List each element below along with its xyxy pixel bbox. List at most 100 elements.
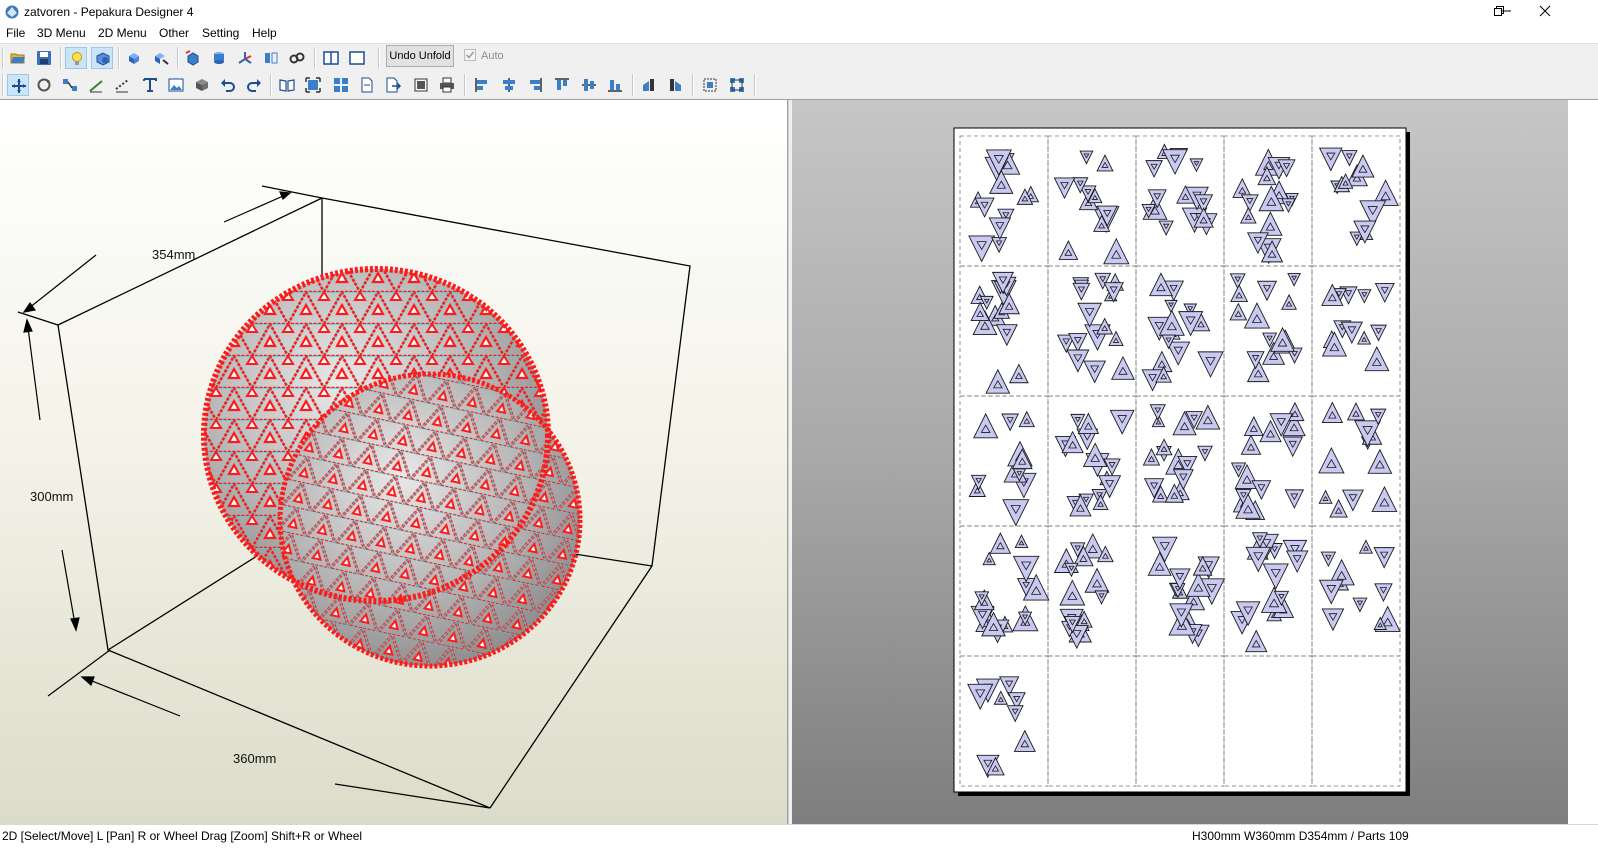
align-vcenter-icon xyxy=(582,79,596,91)
split-view-button[interactable] xyxy=(320,47,342,69)
status-bar: 2D [Select/Move] L [Pan] R or Wheel Drag… xyxy=(0,824,1598,862)
edit-unfold-icon xyxy=(155,53,169,65)
cylinder-icon xyxy=(214,52,224,64)
fold-line-tool-button[interactable] xyxy=(111,74,133,96)
axis-icon xyxy=(238,52,252,64)
line-tool-button[interactable] xyxy=(85,74,107,96)
book-button[interactable] xyxy=(276,74,298,96)
save-button[interactable] xyxy=(33,47,55,69)
redo-button[interactable] xyxy=(243,74,265,96)
axis-button[interactable] xyxy=(234,47,256,69)
menu-file[interactable]: File xyxy=(4,26,27,40)
text-tool-button[interactable] xyxy=(139,74,161,96)
text-icon xyxy=(143,78,157,92)
undo-button[interactable] xyxy=(217,74,239,96)
add-cylinder-button[interactable] xyxy=(208,47,230,69)
align-top-icon xyxy=(555,78,569,90)
group-button[interactable] xyxy=(726,74,748,96)
menu-2d[interactable]: 2D Menu xyxy=(96,26,149,40)
grid-button[interactable] xyxy=(330,74,352,96)
menu-setting[interactable]: Setting xyxy=(200,26,241,40)
pepakura-app-icon xyxy=(5,5,19,19)
grid-icon xyxy=(334,78,348,92)
box-icon xyxy=(185,50,199,66)
join-tool-button[interactable] xyxy=(59,74,81,96)
menu-other[interactable]: Other xyxy=(157,26,191,40)
edit-unfold-button[interactable] xyxy=(150,47,172,69)
3d-view[interactable]: 354mm 300mm 360mm xyxy=(0,100,788,824)
auto-checkbox[interactable] xyxy=(464,49,476,61)
page-export-icon xyxy=(386,77,401,93)
page-icon xyxy=(361,77,373,93)
undo-icon xyxy=(221,79,235,92)
rotate-tool-button[interactable] xyxy=(33,74,55,96)
flip-icon xyxy=(265,52,278,64)
flip-button[interactable] xyxy=(260,47,282,69)
menu-help[interactable]: Help xyxy=(250,26,279,40)
arrange-right-button[interactable] xyxy=(665,74,687,96)
open-button[interactable] xyxy=(7,47,29,69)
align-left-button[interactable] xyxy=(471,74,493,96)
2d-view[interactable] xyxy=(792,100,1568,824)
book-icon xyxy=(279,79,295,92)
split-view-icon xyxy=(323,51,339,65)
image-tool-button[interactable] xyxy=(165,74,187,96)
menu-3d[interactable]: 3D Menu xyxy=(35,26,88,40)
close-icon xyxy=(1539,5,1551,17)
align-right-button[interactable] xyxy=(524,74,546,96)
view-button[interactable] xyxy=(286,47,308,69)
align-bottom-button[interactable] xyxy=(604,74,626,96)
toolbar-2d xyxy=(0,71,1598,100)
select-all-icon xyxy=(703,78,717,92)
light-toggle[interactable] xyxy=(65,47,87,69)
align-top-button[interactable] xyxy=(551,74,573,96)
single-view-icon xyxy=(349,51,365,65)
group-icon xyxy=(730,78,744,92)
single-view-button[interactable] xyxy=(346,47,368,69)
align-hcenter-icon xyxy=(503,78,515,92)
3d-box-button[interactable] xyxy=(191,74,213,96)
join-icon xyxy=(63,79,77,91)
unfold-button[interactable] xyxy=(124,47,146,69)
dimension-width-label: 354mm xyxy=(152,247,196,262)
view-icon xyxy=(289,52,305,64)
arrange-right-icon xyxy=(670,79,681,91)
dimension-depth-label: 360mm xyxy=(233,751,277,766)
select-tool-button[interactable] xyxy=(7,74,29,96)
title-bar: zatvoren - Pepakura Designer 4 xyxy=(0,0,1598,24)
fold-line-icon xyxy=(115,79,129,93)
select-all-button[interactable] xyxy=(699,74,721,96)
close-button[interactable] xyxy=(1522,0,1568,24)
rotate-icon xyxy=(37,78,51,92)
fit-button[interactable] xyxy=(302,74,324,96)
align-bottom-icon xyxy=(608,80,622,92)
print-icon xyxy=(440,77,454,93)
light-icon xyxy=(72,52,82,65)
menu-bar: File 3D Menu 2D Menu Other Setting Help xyxy=(0,24,1598,43)
print-preview-icon xyxy=(414,78,428,92)
right-panel-edge xyxy=(1568,100,1598,824)
align-hcenter-button[interactable] xyxy=(498,74,520,96)
open-icon xyxy=(10,53,25,64)
align-left-icon xyxy=(475,78,487,92)
page-export-button[interactable] xyxy=(382,74,404,96)
status-hint: 2D [Select/Move] L [Pan] R or Wheel Drag… xyxy=(2,829,363,843)
arrange-left-button[interactable] xyxy=(638,74,660,96)
add-box-button[interactable] xyxy=(182,47,204,69)
pattern-sheet xyxy=(953,127,1410,796)
image-icon xyxy=(168,78,184,92)
texture-toggle[interactable] xyxy=(91,47,113,69)
texture-icon xyxy=(96,52,110,66)
page-button[interactable] xyxy=(356,74,378,96)
print-button[interactable] xyxy=(436,74,458,96)
print-preview-button[interactable] xyxy=(410,74,432,96)
checkmark-icon xyxy=(465,51,475,59)
undo-unfold-button[interactable]: Undo Unfold xyxy=(386,45,454,67)
select-icon xyxy=(12,79,26,93)
3d-box-icon xyxy=(196,79,208,91)
save-icon xyxy=(37,51,51,65)
arrange-left-icon xyxy=(643,79,654,91)
unfold-icon xyxy=(129,53,139,64)
restore-button[interactable] xyxy=(1476,0,1522,24)
align-vcenter-button[interactable] xyxy=(578,74,600,96)
